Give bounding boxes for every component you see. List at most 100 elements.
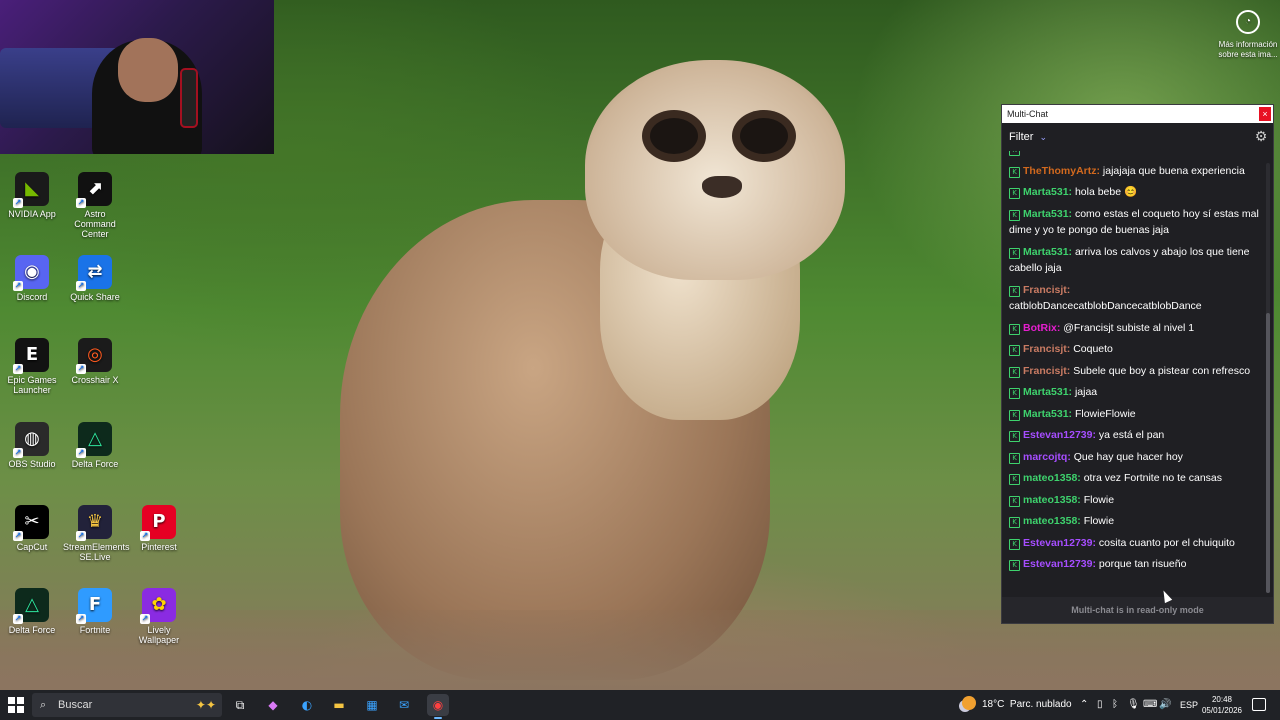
chat-message-list[interactable]: K KTheThomyArtz: jajajaja que buena expe… <box>1002 151 1264 599</box>
nvidia-app-icon: ◣ ↗ <box>13 172 49 208</box>
shortcut-arrow-icon: ↗ <box>13 448 23 458</box>
chat-message: Kmateo1358: Flowie <box>1002 490 1264 512</box>
chat-text: FlowieFlowie <box>1074 407 1136 420</box>
desktop-icon-streamelements-se-live[interactable]: ♛ ↗ StreamElements SE.Live <box>63 505 130 562</box>
close-button[interactable]: × <box>1259 107 1271 121</box>
clock-time: 20:48 <box>1211 695 1233 704</box>
desktop-icon-label: Epic Games Launcher <box>7 375 57 395</box>
chat-username[interactable]: mateo1358: <box>1023 472 1081 484</box>
shortcut-arrow-icon: ↗ <box>140 531 150 541</box>
outlook-icon[interactable]: ✉ <box>393 694 415 716</box>
desktop-icon-astro-command-center[interactable]: ⬈ ↗ Astro Command Center <box>63 172 127 239</box>
shortcut-arrow-icon: ↗ <box>76 364 86 374</box>
quick-share-icon: ⇄ ↗ <box>76 255 112 291</box>
kick-badge-icon: K <box>1009 560 1020 571</box>
chat-username[interactable]: Marta531: <box>1023 386 1072 398</box>
chat-username[interactable]: Marta531: <box>1023 408 1072 420</box>
shortcut-arrow-icon: ↗ <box>76 198 86 208</box>
chat-username[interactable]: Estevan12739: <box>1023 429 1096 441</box>
filter-dropdown[interactable]: Filter ⌄ <box>1009 131 1047 143</box>
chat-username[interactable]: Francisjt: <box>1023 365 1070 377</box>
edge-icon[interactable]: ◐ <box>296 694 318 716</box>
desktop-icon-discord[interactable]: ◉ ↗ Discord <box>0 255 64 302</box>
chat-scrollbar[interactable] <box>1266 163 1270 593</box>
desktop-icon-pinterest[interactable]: P ↗ Pinterest <box>127 505 191 552</box>
file-explorer-icon[interactable]: ▬ <box>328 694 350 716</box>
battery-icon[interactable]: ▯ <box>1097 690 1103 720</box>
chat-message: K Marta531: arriva los calvos y abajo los… <box>1002 242 1264 280</box>
chat-message: K BotRix: @Francisjt subiste al nivel 1 <box>1002 318 1264 340</box>
chat-username[interactable]: Francisjt: <box>1023 284 1070 296</box>
chat-username[interactable]: mateo1358: <box>1023 515 1081 527</box>
pinterest-icon: P ↗ <box>140 505 176 541</box>
chat-username[interactable]: marcojtq: <box>1023 451 1071 463</box>
kick-badge-icon: K <box>1009 431 1020 442</box>
shortcut-arrow-icon: ↗ <box>13 531 23 541</box>
weather-widget[interactable]: 18°C Parc. nublado <box>962 690 1072 720</box>
desktop-icon-fortnite[interactable]: F ↗ Fortnite <box>63 588 127 635</box>
kick-badge-icon: K <box>1009 452 1020 464</box>
network-icon[interactable]: ⌨ <box>1143 690 1157 720</box>
kick-badge-icon: K <box>1009 209 1020 221</box>
desktop-icon-delta-force[interactable]: △ ↗ Delta Force <box>63 422 127 469</box>
microsoft-store-icon[interactable]: ▦ <box>361 694 383 716</box>
discord-icon: ◉ ↗ <box>13 255 49 291</box>
chat-message: Kmarcojtq: Que hay que hacer hoy <box>1002 447 1264 469</box>
gear-icon[interactable]: ⚙ <box>1253 129 1269 145</box>
desktop-icon-label: Discord <box>16 292 48 302</box>
windows-start-button[interactable] <box>8 697 24 713</box>
search-input[interactable]: ⌕ Buscar ✦✦ <box>32 693 222 717</box>
chat-username[interactable]: Marta531: <box>1023 186 1072 198</box>
chat-text: otra vez Fortnite no te cansas <box>1083 472 1223 484</box>
desktop-icon-label: Lively Wallpaper <box>138 625 180 645</box>
scrollbar-thumb[interactable] <box>1266 313 1270 593</box>
desktop-icon-label: Delta Force <box>8 625 56 635</box>
chat-username[interactable]: Marta531: <box>1023 246 1072 258</box>
chat-username[interactable]: Francisjt: <box>1023 343 1070 355</box>
chevron-up-icon[interactable]: ⌃ <box>1080 690 1088 720</box>
desktop-icon-lively-wallpaper[interactable]: ✿ ↗ Lively Wallpaper <box>127 588 191 645</box>
clock-date: 05/01/2026 <box>1201 706 1243 715</box>
desktop-icon-crosshair-x[interactable]: ◎ ↗ Crosshair X <box>63 338 127 385</box>
desktop-icon-epic-games-launcher[interactable]: E ↗ Epic Games Launcher <box>0 338 64 395</box>
copilot-icon[interactable]: ◆ <box>262 694 284 716</box>
shortcut-arrow-icon: ↗ <box>76 448 86 458</box>
chat-filter-bar: Filter ⌄ ⚙ <box>1002 123 1273 151</box>
desktop-icon-delta-force[interactable]: △ ↗ Delta Force <box>0 588 64 635</box>
desktop-icon-label: Fortnite <box>79 625 111 635</box>
lively-wallpaper-icon: ✿ ↗ <box>140 588 176 624</box>
search-placeholder: Buscar <box>58 699 93 711</box>
chat-text: Flowie <box>1083 493 1115 506</box>
wallpaper-info-link[interactable]: ◔ Más información sobre esta ima... <box>1212 10 1280 60</box>
desktop-icon-nvidia-app[interactable]: ◣ ↗ NVIDIA App <box>0 172 64 219</box>
chat-message: K Marta531: hola bebe 😊 <box>1002 182 1264 204</box>
chat-message: K TheThomyArtz: jajajaja que buena experi… <box>1002 161 1264 183</box>
task-view-icon[interactable]: ⧉ <box>229 694 251 716</box>
desktop-icon-label: CapCut <box>16 542 48 552</box>
desktop-icon-capcut[interactable]: ✂ ↗ CapCut <box>0 505 64 552</box>
chat-username[interactable]: BotRix: <box>1023 322 1060 334</box>
desktop-icon-label: Pinterest <box>141 542 177 552</box>
volume-icon[interactable]: 🔊 <box>1159 690 1171 720</box>
chat-username[interactable]: Estevan12739: <box>1023 537 1096 549</box>
notification-icon[interactable] <box>1252 698 1266 711</box>
capcut-icon: ✂ ↗ <box>13 505 49 541</box>
delta-force-icon: △ ↗ <box>76 422 112 458</box>
chat-message: Kmateo1358: Flowie <box>1002 511 1264 533</box>
chat-username[interactable]: mateo1358: <box>1023 494 1081 506</box>
chat-username[interactable]: Marta531: <box>1023 208 1072 220</box>
obs-taskbar-icon[interactable]: ◉ <box>427 694 449 719</box>
chat-titlebar[interactable]: Multi-Chat × <box>1002 105 1273 123</box>
desktop-icon-obs-studio[interactable]: ◍ ↗ OBS Studio <box>0 422 64 469</box>
kick-badge-icon: K <box>1009 366 1020 378</box>
meerkat-nose <box>702 176 742 198</box>
obs-studio-icon: ◍ ↗ <box>13 422 49 458</box>
chat-username[interactable]: TheThomyArtz: <box>1023 165 1100 177</box>
clock[interactable]: 20:48 05/01/2026 <box>1198 694 1246 716</box>
bluetooth-icon[interactable]: ᛒ <box>1112 690 1118 720</box>
desktop-icon-quick-share[interactable]: ⇄ ↗ Quick Share <box>63 255 127 302</box>
partly-cloudy-icon <box>962 696 976 710</box>
microphone-icon[interactable]: 🎙 <box>1127 690 1140 720</box>
chat-username[interactable]: Estevan12739: <box>1023 558 1096 570</box>
language-indicator[interactable]: ESP <box>1180 690 1198 720</box>
